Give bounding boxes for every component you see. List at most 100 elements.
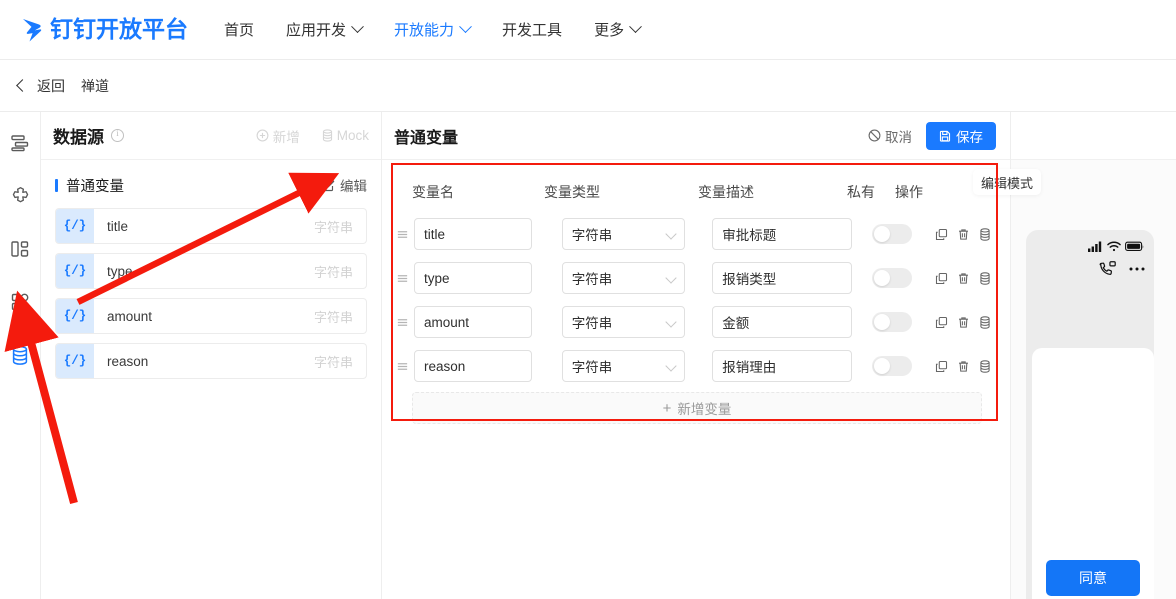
copy-icon[interactable] bbox=[930, 228, 952, 241]
variable-type-value: 字符串 bbox=[571, 360, 613, 375]
column-header-ops: 操作 bbox=[895, 184, 923, 200]
datasource-header: 数据源 新增 Mock bbox=[41, 112, 381, 160]
cancel-button[interactable]: 取消 bbox=[868, 126, 912, 146]
more-dots-icon[interactable] bbox=[1129, 266, 1145, 272]
variable-type-select[interactable]: 字符串 bbox=[561, 218, 686, 250]
variable-desc-input[interactable]: 审批标题 bbox=[712, 218, 852, 250]
variable-type-value: 字符串 bbox=[571, 272, 613, 287]
nav-item-dev-tools[interactable]: 开发工具 bbox=[502, 19, 562, 40]
drag-handle-icon[interactable] bbox=[392, 272, 412, 285]
mock-button[interactable]: Mock bbox=[322, 128, 369, 143]
variable-desc-input[interactable]: 报销类型 bbox=[712, 262, 852, 294]
drag-handle-icon[interactable] bbox=[392, 316, 412, 329]
edit-mode-chip[interactable]: 编辑模式 bbox=[973, 169, 1042, 195]
column-header-type: 变量类型 bbox=[544, 184, 600, 200]
drag-handle-icon[interactable] bbox=[392, 228, 412, 241]
column-header-desc: 变量描述 bbox=[698, 184, 754, 200]
nav-item-app-dev[interactable]: 应用开发 bbox=[286, 19, 364, 40]
variable-group-header: 普通变量 编辑 bbox=[55, 174, 367, 196]
variable-desc-input[interactable]: 金额 bbox=[712, 306, 852, 338]
variable-name-input[interactable]: amount bbox=[414, 306, 532, 338]
table-row: title 字符串 审批标题 bbox=[392, 212, 996, 256]
add-datasource-label: 新增 bbox=[272, 129, 300, 145]
row-actions bbox=[930, 227, 996, 241]
plus-circle-icon bbox=[256, 129, 269, 142]
trash-delete-icon[interactable] bbox=[952, 360, 974, 373]
components-grid-icon[interactable] bbox=[5, 287, 35, 317]
save-button[interactable]: 保存 bbox=[926, 121, 996, 150]
private-toggle[interactable] bbox=[872, 268, 912, 288]
chevron-down-icon bbox=[629, 20, 642, 34]
phone-content-card: 同意 bbox=[1032, 348, 1154, 599]
trash-delete-icon[interactable] bbox=[952, 272, 974, 285]
variable-name-input[interactable]: title bbox=[414, 218, 532, 250]
back-button-label: 返回 bbox=[37, 77, 65, 94]
variable-name: reason bbox=[107, 353, 149, 369]
private-toggle[interactable] bbox=[872, 224, 912, 244]
trash-delete-icon[interactable] bbox=[952, 228, 974, 241]
outline-icon[interactable] bbox=[5, 128, 35, 158]
copy-icon[interactable] bbox=[930, 272, 952, 285]
table-row: type 字符串 报销类型 bbox=[392, 256, 996, 300]
datasource-title: 数据源 bbox=[53, 128, 104, 147]
variable-type-select[interactable]: 字符串 bbox=[561, 350, 686, 382]
nav-item-label: 应用开发 bbox=[286, 22, 347, 39]
phone-mockup: 同意 bbox=[1026, 230, 1154, 599]
nav-item-open-capability[interactable]: 开放能力 bbox=[394, 19, 472, 40]
app-root: 钉钉开放平台 首页 应用开发 开放能力 开发工具 更多 返回 禅道 数据源 i … bbox=[0, 0, 1176, 599]
copy-icon[interactable] bbox=[930, 316, 952, 329]
database-icon[interactable] bbox=[974, 271, 996, 285]
agree-button-label: 同意 bbox=[1079, 570, 1107, 586]
private-toggle[interactable] bbox=[872, 312, 912, 332]
variable-name: title bbox=[107, 218, 129, 234]
list-item[interactable]: {/} reason 字符串 bbox=[55, 343, 367, 379]
mock-label: Mock bbox=[336, 128, 369, 143]
info-circle-icon[interactable] bbox=[111, 128, 124, 142]
variable-desc-input[interactable]: 报销理由 bbox=[712, 350, 852, 382]
private-toggle[interactable] bbox=[872, 356, 912, 376]
nav-item-home[interactable]: 首页 bbox=[224, 19, 254, 40]
edit-group-button[interactable]: 编辑 bbox=[322, 175, 367, 195]
phone-video-icon[interactable] bbox=[1099, 261, 1116, 276]
variable-type-select[interactable]: 字符串 bbox=[561, 262, 686, 294]
list-item[interactable]: {/} type 字符串 bbox=[55, 253, 367, 289]
back-button[interactable]: 返回 bbox=[14, 76, 65, 96]
variable-name: type bbox=[107, 263, 133, 279]
variable-type-badge-icon: {/} bbox=[56, 299, 94, 333]
trash-delete-icon[interactable] bbox=[952, 316, 974, 329]
variable-name-input[interactable]: reason bbox=[414, 350, 532, 382]
database-datasource-icon[interactable] bbox=[5, 340, 35, 370]
brand-logo-group[interactable]: 钉钉开放平台 bbox=[20, 17, 188, 43]
table-row: reason 字符串 报销理由 bbox=[392, 344, 996, 388]
left-icon-rail bbox=[0, 112, 41, 599]
edit-mode-label: 编辑模式 bbox=[981, 175, 1034, 191]
save-button-label: 保存 bbox=[956, 129, 983, 145]
add-datasource-button[interactable]: 新增 bbox=[256, 126, 300, 146]
column-header-name: 变量名 bbox=[412, 184, 454, 200]
database-icon[interactable] bbox=[974, 227, 996, 241]
database-icon[interactable] bbox=[974, 359, 996, 373]
nav-item-more[interactable]: 更多 bbox=[594, 19, 642, 40]
pencil-square-icon bbox=[322, 179, 335, 191]
layout-panels-icon[interactable] bbox=[5, 234, 35, 264]
variable-type-select[interactable]: 字符串 bbox=[561, 306, 686, 338]
preview-toolbar bbox=[1011, 112, 1176, 160]
drag-handle-icon[interactable] bbox=[392, 360, 412, 373]
list-item[interactable]: {/} amount 字符串 bbox=[55, 298, 367, 334]
variable-type-value: 字符串 bbox=[571, 316, 613, 331]
top-navigation-bar: 钉钉开放平台 首页 应用开发 开放能力 开发工具 更多 bbox=[0, 0, 1176, 60]
row-actions bbox=[930, 271, 996, 285]
agree-button[interactable]: 同意 bbox=[1046, 560, 1140, 596]
datasource-panel: 数据源 新增 Mock 普通变量 bbox=[41, 112, 382, 599]
variable-desc-value: 报销类型 bbox=[722, 272, 777, 287]
variable-name-input[interactable]: type bbox=[414, 262, 532, 294]
puzzle-plugin-icon[interactable] bbox=[5, 181, 35, 211]
copy-icon[interactable] bbox=[930, 360, 952, 373]
chevron-down-icon bbox=[665, 272, 677, 284]
chevron-down-icon bbox=[351, 20, 364, 34]
breadcrumb-current: 禅道 bbox=[81, 77, 109, 94]
database-icon[interactable] bbox=[974, 315, 996, 329]
variable-type-badge-icon: {/} bbox=[56, 254, 94, 288]
list-item[interactable]: {/} title 字符串 bbox=[55, 208, 367, 244]
add-variable-button[interactable]: + 新增变量 bbox=[412, 392, 982, 424]
